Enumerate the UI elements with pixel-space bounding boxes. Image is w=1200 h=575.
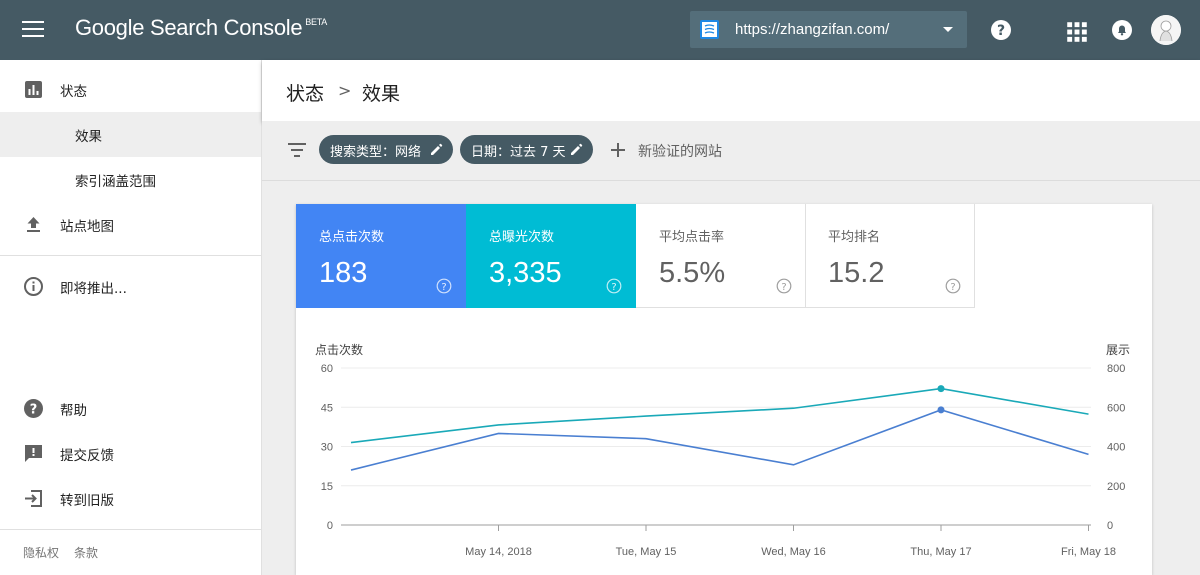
- svg-text:?: ?: [30, 403, 38, 418]
- page-title: 效果: [362, 83, 401, 105]
- page-header: 状态 > 效果: [262, 60, 1200, 121]
- svg-text:?: ?: [950, 282, 955, 293]
- notifications-icon[interactable]: [1111, 19, 1133, 41]
- right-axis-tick-label: 200: [1107, 481, 1125, 493]
- sidebar-item-label: 站点地图: [60, 219, 114, 235]
- metric-average-position[interactable]: 平均排名 15.2 ?: [805, 204, 975, 308]
- sidebar-item-label: 即将推出...: [60, 281, 127, 297]
- right-axis-tick-label: 0: [1107, 520, 1113, 532]
- x-axis-tick-label: Thu, May 17: [910, 546, 971, 558]
- menu-icon[interactable]: [22, 21, 44, 39]
- dropdown-caret-icon: [943, 27, 953, 32]
- right-axis-tick-label: 400: [1107, 442, 1125, 454]
- metric-total-clicks[interactable]: 总点击次数 183 ?: [296, 204, 466, 308]
- right-axis-tick-label: 600: [1107, 402, 1125, 414]
- metric-label: 总点击次数: [319, 230, 385, 245]
- brand-name: Google Search Console: [75, 15, 303, 40]
- sidebar-item-label: 效果: [75, 129, 102, 145]
- breadcrumb-chevron-icon: >: [338, 81, 352, 100]
- privacy-link[interactable]: 隐私权: [23, 546, 59, 560]
- sidebar-item-label: 提交反馈: [60, 448, 114, 464]
- help-outline-icon[interactable]: ?: [776, 278, 792, 294]
- metric-value: 183: [319, 257, 368, 289]
- sidebar-item-legacy[interactable]: 转到旧版: [0, 476, 261, 521]
- help-icon: ?: [24, 399, 43, 418]
- metric-value: 15.2: [828, 257, 885, 289]
- top-app-bar: Google Search Console BETA https://zhangz…: [0, 0, 1200, 60]
- sidebar-item-feedback[interactable]: 提交反馈: [0, 431, 261, 476]
- edit-pencil-icon: [431, 143, 443, 155]
- beta-badge: BETA: [305, 17, 327, 27]
- performance-card: 总点击次数 183 ? 总曝光次数 3,335 ? 平均点击率 5.5% ? 平…: [296, 204, 1152, 575]
- site-favicon-icon: [700, 20, 719, 39]
- help-icon[interactable]: ?: [990, 19, 1012, 41]
- svg-text:?: ?: [997, 23, 1005, 39]
- bar-chart-icon: [25, 81, 42, 98]
- account-avatar[interactable]: [1151, 15, 1181, 45]
- left-axis-tick-label: 60: [321, 363, 333, 375]
- x-axis-tick-label: Fri, May 18: [1061, 546, 1116, 558]
- date-filter-chip[interactable]: 日期：过去 7 天: [460, 135, 593, 164]
- left-axis-tick-label: 15: [321, 481, 333, 493]
- metric-average-ctr[interactable]: 平均点击率 5.5% ?: [636, 204, 806, 308]
- clicks-point: [937, 406, 945, 414]
- property-url: https://zhangzifan.com/: [735, 21, 890, 38]
- metric-value: 3,335: [489, 257, 562, 289]
- property-selector[interactable]: https://zhangzifan.com/: [690, 11, 967, 48]
- sidebar-divider: [0, 255, 261, 256]
- metric-value: 5.5%: [659, 257, 726, 289]
- left-axis-tick-label: 0: [327, 520, 333, 532]
- left-axis-tick-label: 45: [321, 402, 333, 414]
- x-axis-tick-label: May 14, 2018: [465, 546, 532, 558]
- sidebar-footer: 隐私权 条款: [23, 544, 113, 561]
- help-outline-icon[interactable]: ?: [436, 278, 452, 294]
- apps-grid-icon[interactable]: [1066, 21, 1088, 43]
- upload-icon: [27, 217, 40, 232]
- sidebar-divider: [0, 529, 261, 530]
- sidebar-item-label: 转到旧版: [60, 493, 114, 509]
- sidebar-item-label: 索引涵盖范围: [75, 174, 156, 190]
- metric-label: 总曝光次数: [489, 230, 555, 245]
- impressions-line: [350, 387, 1089, 444]
- chip-label: 搜索类型：网络: [330, 145, 422, 160]
- terms-link[interactable]: 条款: [74, 546, 98, 560]
- sidebar-nav: 状态 效果 索引涵盖范围 站点地图 即将推出... ? 帮助 提交反馈 转到旧版…: [0, 60, 262, 575]
- sidebar-item-performance[interactable]: 效果: [0, 112, 261, 157]
- x-axis-tick-label: Wed, May 16: [761, 546, 826, 558]
- info-icon: [24, 277, 43, 296]
- chip-label: 日期：过去 7 天: [471, 145, 566, 160]
- filter-icon[interactable]: [288, 143, 306, 157]
- metric-label: 平均排名: [828, 230, 881, 245]
- plus-icon: [611, 143, 625, 157]
- svg-text:?: ?: [781, 282, 786, 293]
- filter-bar: 搜索类型：网络 日期：过去 7 天 新验证的网站: [262, 121, 1200, 181]
- sidebar-item-coming-soon[interactable]: 即将推出...: [0, 264, 261, 309]
- x-axis-tick-label: Tue, May 15: [616, 546, 677, 558]
- metric-total-impressions[interactable]: 总曝光次数 3,335 ?: [466, 204, 636, 308]
- sidebar-item-status[interactable]: 状态: [0, 67, 261, 112]
- sidebar-item-sitemaps[interactable]: 站点地图: [0, 202, 261, 247]
- sidebar-item-index-coverage[interactable]: 索引涵盖范围: [0, 157, 261, 202]
- breadcrumb-status[interactable]: 状态: [286, 79, 324, 106]
- chart-canvas: 0153045600200400600800May 14, 2018 Tue, M…: [321, 363, 1126, 558]
- right-axis-tick-label: 800: [1107, 363, 1125, 375]
- help-outline-icon[interactable]: ?: [606, 278, 622, 294]
- sidebar-item-label: 帮助: [60, 403, 87, 419]
- edit-pencil-icon: [571, 143, 583, 155]
- metric-label: 平均点击率: [659, 230, 725, 245]
- product-logo[interactable]: Google Search Console BETA: [75, 15, 327, 41]
- svg-text:?: ?: [611, 282, 616, 293]
- add-filter-label: 新验证的网站: [638, 144, 722, 160]
- search-type-filter-chip[interactable]: 搜索类型：网络: [319, 135, 453, 164]
- svg-text:?: ?: [441, 282, 446, 293]
- sidebar-item-label: 状态: [60, 84, 87, 100]
- clicks-line: [350, 409, 1089, 471]
- feedback-icon: [25, 445, 42, 462]
- left-axis-tick-label: 30: [321, 442, 333, 454]
- performance-chart: 点击次数 展示 0 15 30 45 60 0 200 400 600 800 May 14, 20…: [296, 308, 1152, 575]
- exit-icon: [25, 490, 42, 507]
- impressions-point: [937, 385, 945, 393]
- help-outline-icon[interactable]: ?: [945, 278, 961, 294]
- sidebar-item-help[interactable]: ? 帮助: [0, 386, 261, 431]
